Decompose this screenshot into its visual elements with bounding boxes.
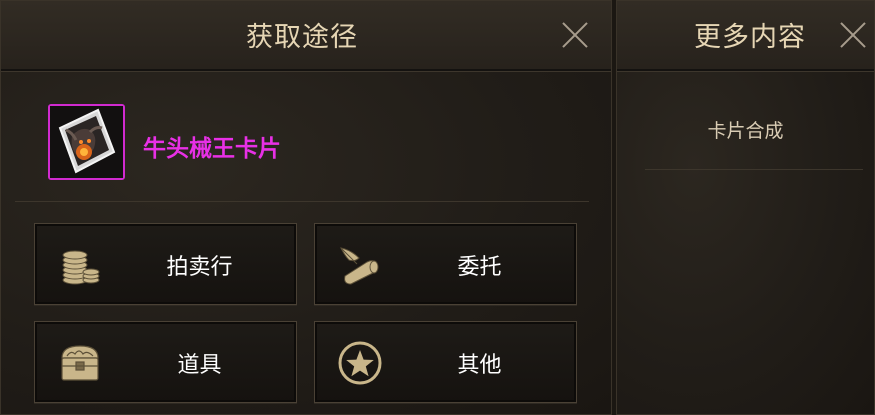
card-item-icon[interactable] (48, 104, 125, 180)
more-content-panel: 更多内容 卡片合成 (616, 0, 875, 415)
close-icon[interactable] (557, 17, 593, 53)
item-label: 道具 (177, 353, 222, 378)
treasure-chest-icon (61, 345, 99, 381)
divider (645, 169, 863, 170)
commission-label: 委托 (457, 255, 502, 280)
acquisition-title: 获取途径 (246, 22, 358, 53)
other-button[interactable]: 其他 (314, 321, 577, 403)
item-button[interactable]: 道具 (34, 321, 297, 403)
coins-icon (62, 250, 100, 285)
auction-house-label: 拍卖行 (166, 255, 233, 280)
star-circle-icon (338, 341, 382, 385)
auction-house-button[interactable]: 拍卖行 (34, 223, 297, 305)
close-icon[interactable] (835, 17, 871, 53)
divider (15, 201, 589, 202)
commission-button[interactable]: 委托 (314, 223, 577, 305)
card-synthesis-link[interactable]: 卡片合成 (617, 116, 874, 143)
more-content-header: 更多内容 (617, 1, 874, 71)
scroll-quill-icon (340, 247, 379, 285)
minotaur-card-icon (50, 106, 123, 178)
acquisition-panel: 获取途径 牛头械王卡片 拍卖行 委托 道具 其他 (0, 0, 612, 415)
item-name: 牛头械王卡片 (143, 136, 281, 162)
other-label: 其他 (457, 353, 502, 378)
acquisition-header: 获取途径 (1, 1, 611, 71)
more-content-title: 更多内容 (694, 22, 806, 53)
